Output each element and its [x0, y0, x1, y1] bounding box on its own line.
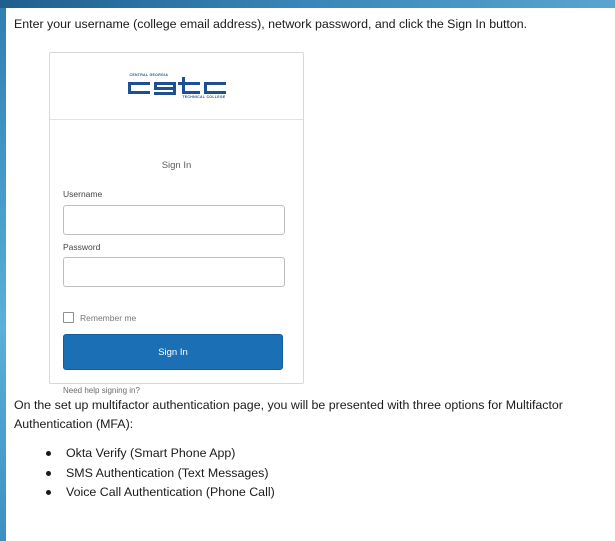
mfa-option-sms: SMS Authentication (Text Messages)	[66, 465, 269, 480]
bullet-icon	[46, 470, 51, 476]
mfa-paragraph: On the set up multifactor authentication…	[14, 398, 563, 431]
bullet-icon	[46, 451, 51, 456]
mfa-option-okta: Okta Verify (Smart Phone App)	[66, 446, 236, 460]
background-strip-top	[0, 0, 615, 8]
mfa-option-voice: Voice Call Authentication (Phone Call)	[66, 485, 275, 499]
bullet-icon	[46, 490, 51, 495]
logo-bottom-text: TECHNICAL COLLEGE	[182, 95, 226, 99]
password-input[interactable]	[63, 257, 285, 287]
logo-mark	[127, 77, 226, 95]
password-label: Password	[63, 242, 101, 252]
remember-me-checkbox[interactable]	[63, 312, 74, 323]
intro-text: Enter your username (college email addre…	[14, 17, 528, 31]
help-signing-in-link[interactable]: Need help signing in?	[63, 386, 140, 395]
cgtc-logo: CENTRAL GEORGIA TECHNICAL COLLEGE	[127, 73, 226, 99]
card-header: CENTRAL GEORGIA TECHNICAL COLLEGE	[50, 53, 303, 120]
sign-in-button[interactable]: Sign In	[63, 334, 283, 370]
list-item: SMS Authentication (Text Messages)	[46, 464, 606, 484]
mfa-options-list: Okta Verify (Smart Phone App) SMS Authen…	[46, 444, 606, 503]
sign-in-title: Sign In	[161, 160, 192, 171]
username-label: Username	[63, 189, 103, 199]
remember-me-label: Remember me	[80, 312, 137, 323]
logo-mark-graphic	[127, 77, 226, 95]
list-item: Okta Verify (Smart Phone App)	[46, 444, 606, 464]
document-page: Enter your username (college email addre…	[6, 8, 615, 541]
login-card: CENTRAL GEORGIA TECHNICAL COLLEGE Sign I…	[49, 52, 304, 395]
list-item: Voice Call Authentication (Phone Call)	[46, 483, 606, 503]
remember-me-row[interactable]: Remember me	[63, 312, 136, 323]
username-input[interactable]	[63, 205, 285, 235]
